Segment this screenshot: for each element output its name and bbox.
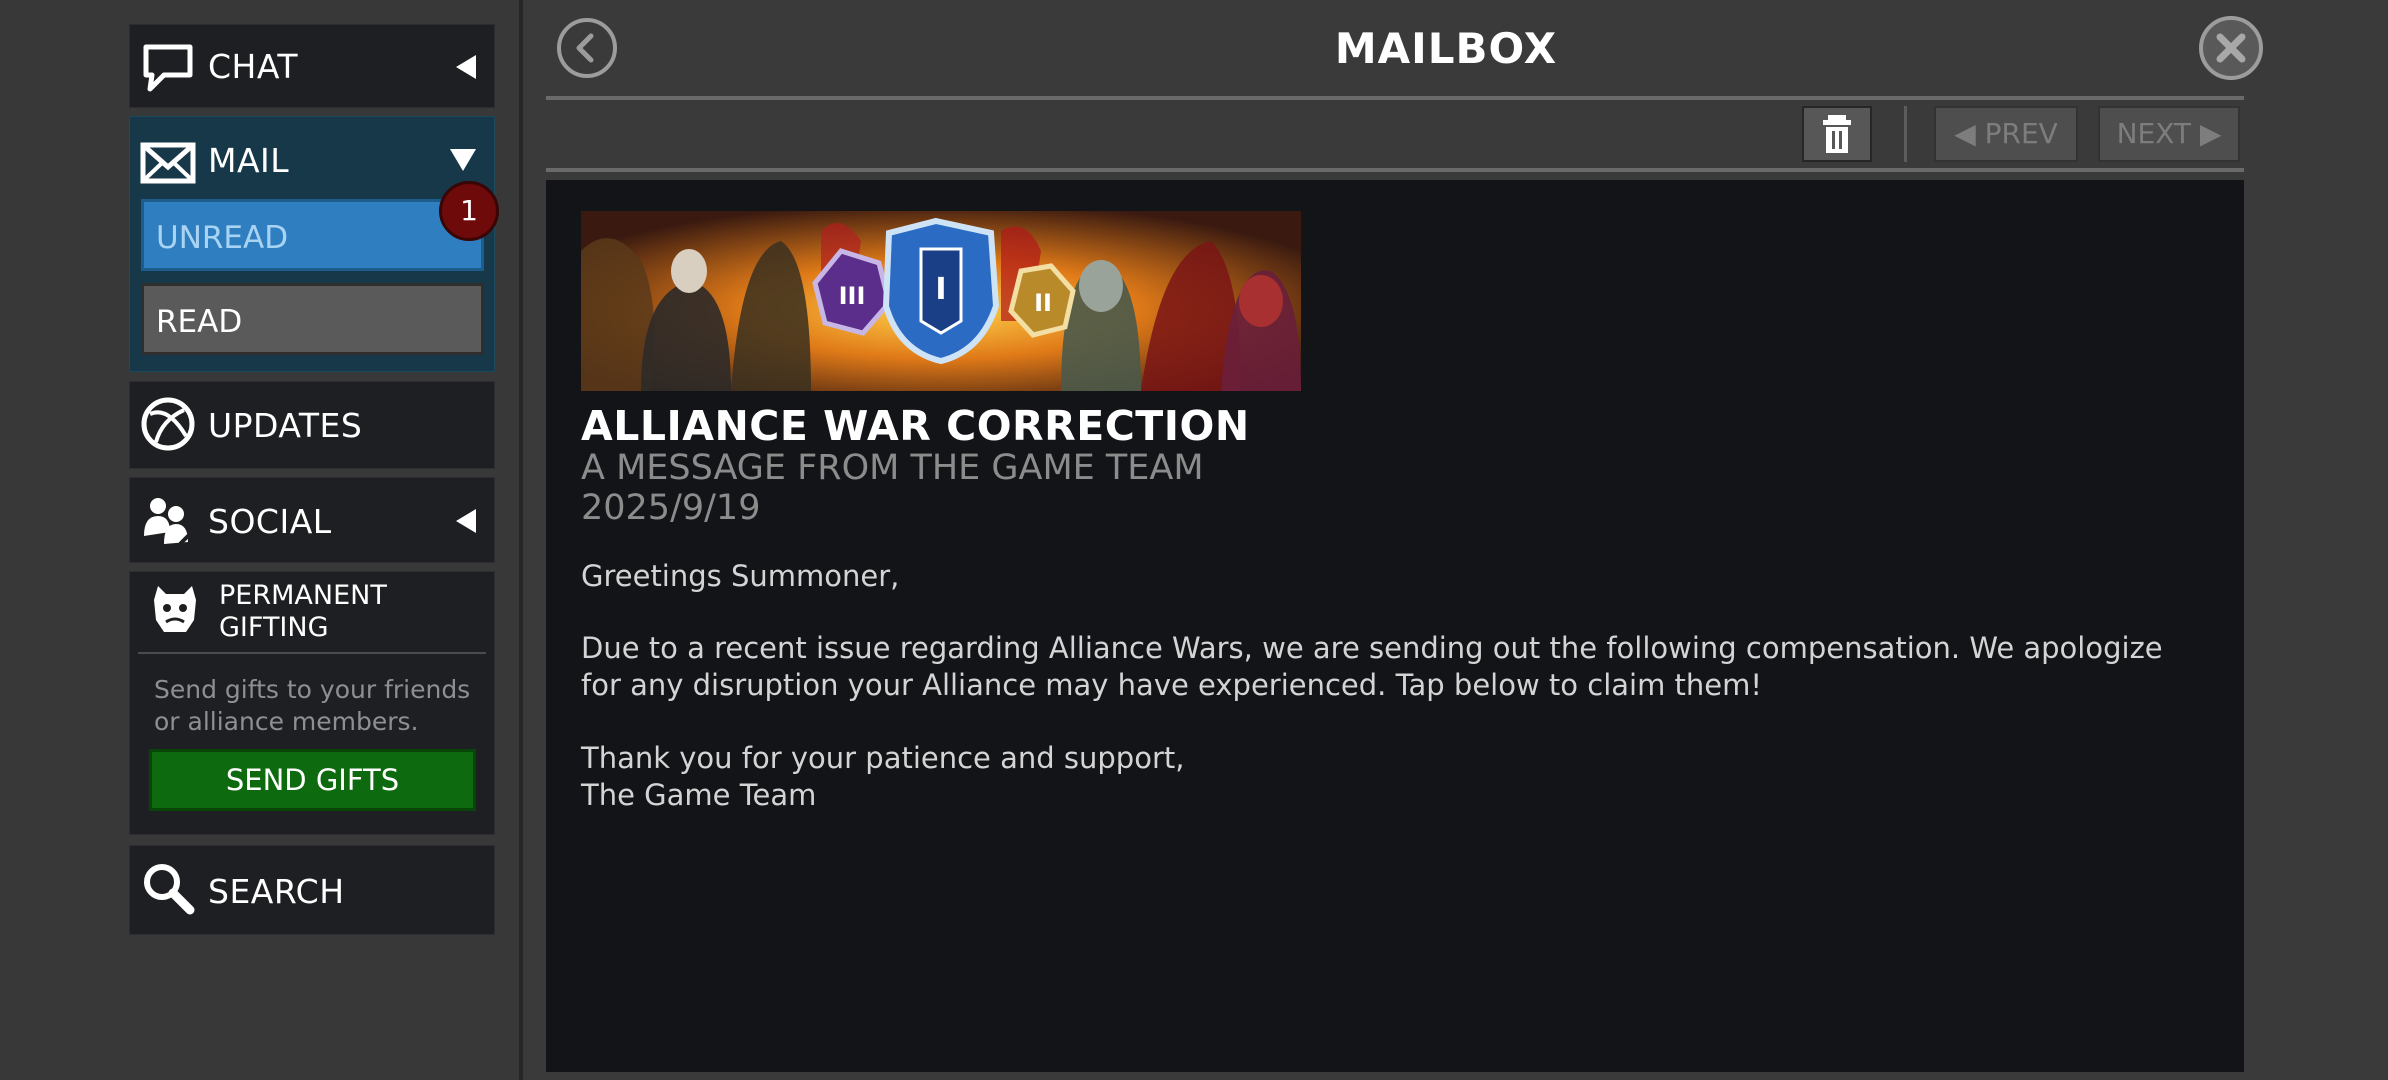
message-banner-image: III I II — [581, 211, 1301, 391]
message-title: ALLIANCE WAR CORRECTION — [581, 402, 1250, 450]
divider — [546, 96, 2244, 100]
read-filter-button[interactable]: READ — [141, 283, 484, 355]
unread-filter-button[interactable]: UNREAD — [141, 199, 484, 271]
message-subtitle: A MESSAGE FROM THE GAME TEAM — [581, 448, 1204, 488]
sidebar-item-label: CHAT — [208, 47, 299, 86]
envelope-icon — [140, 142, 196, 184]
chevron-left-icon — [576, 33, 594, 63]
sidebar-item-label: MAIL — [208, 141, 290, 180]
prev-button[interactable]: ◀ PREV — [1934, 106, 2078, 162]
sidebar-item-label: UPDATES — [208, 406, 363, 445]
people-icon — [144, 498, 196, 546]
sidebar-item-social[interactable]: SOCIAL — [129, 477, 495, 563]
collapse-arrow-icon — [456, 55, 476, 79]
globe-icon — [141, 397, 195, 451]
unread-count-badge: 1 — [439, 181, 499, 241]
message-date: 2025/9/19 — [581, 488, 761, 528]
chat-bubble-icon — [143, 44, 193, 92]
send-gifts-button[interactable]: SEND GIFTS — [149, 749, 476, 811]
message-closing: Thank you for your patience and support, — [581, 741, 1185, 775]
badge-tier-label: I — [935, 272, 946, 307]
page-title: MAILBOX — [1334, 24, 1558, 73]
mascot-face-icon — [154, 586, 196, 632]
divider — [138, 652, 486, 654]
toolbar-separator — [1904, 106, 1907, 162]
message-greeting: Greetings Summoner, — [581, 559, 900, 593]
message-paragraph: Due to a recent issue regarding Alliance… — [581, 631, 2163, 702]
back-button[interactable] — [557, 18, 617, 78]
close-button[interactable] — [2199, 16, 2263, 80]
delete-button[interactable] — [1802, 106, 1872, 162]
message-panel: III I II ALLIANCE WAR CORRECTION A MESSA… — [546, 180, 2244, 1072]
expand-arrow-icon — [450, 149, 476, 171]
gifting-description: Send gifts to your friends or alliance m… — [154, 675, 471, 736]
sidebar-divider — [519, 0, 523, 1080]
search-icon — [144, 864, 195, 915]
sidebar-item-search[interactable]: SEARCH — [129, 845, 495, 935]
trash-icon — [1823, 115, 1851, 153]
sidebar-item-mail[interactable]: MAIL UNREAD READ 1 — [129, 116, 499, 372]
sidebar-item-label: SOCIAL — [208, 502, 332, 541]
message-signature: The Game Team — [581, 778, 817, 812]
gifting-title: PERMANENT GIFTING — [219, 580, 387, 643]
badge-tier-label: II — [1034, 289, 1052, 317]
sidebar-item-updates[interactable]: UPDATES — [129, 381, 495, 469]
gifting-panel: PERMANENT GIFTING Send gifts to your fri… — [129, 571, 495, 835]
close-icon — [2216, 33, 2246, 63]
divider — [546, 168, 2244, 172]
collapse-arrow-icon — [456, 509, 476, 533]
next-button[interactable]: NEXT ▶ — [2098, 106, 2240, 162]
sidebar-item-label: SEARCH — [208, 872, 345, 911]
sidebar-item-chat[interactable]: CHAT — [129, 24, 495, 108]
badge-tier-label: III — [839, 282, 866, 310]
